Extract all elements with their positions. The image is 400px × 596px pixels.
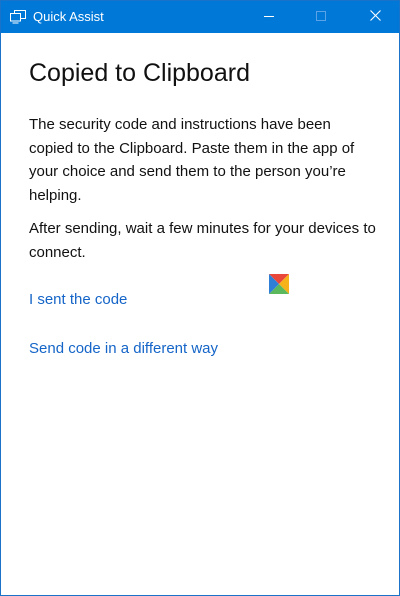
maximize-icon: [316, 8, 326, 26]
send-code-different-way-link[interactable]: Send code in a different way: [29, 338, 218, 360]
close-button[interactable]: [352, 1, 398, 33]
page-heading: Copied to Clipboard: [29, 59, 250, 87]
minimize-icon: [264, 8, 274, 26]
window-title: Quick Assist: [33, 9, 104, 24]
title-bar[interactable]: Quick Assist: [1, 1, 399, 33]
quick-assist-window: Quick Assist Copied to Clipboard The sec…: [0, 0, 400, 596]
i-sent-the-code-link[interactable]: I sent the code: [29, 289, 127, 311]
instructions-paragraph: The security code and instructions have …: [29, 116, 355, 204]
close-icon: [369, 8, 381, 26]
minimize-button[interactable]: [246, 1, 292, 33]
watermark-logo-icon: [269, 274, 289, 294]
quick-assist-app-icon: [10, 10, 26, 24]
maximize-button[interactable]: [298, 1, 344, 33]
wait-paragraph: After sending, wait a few minutes for yo…: [29, 220, 376, 261]
